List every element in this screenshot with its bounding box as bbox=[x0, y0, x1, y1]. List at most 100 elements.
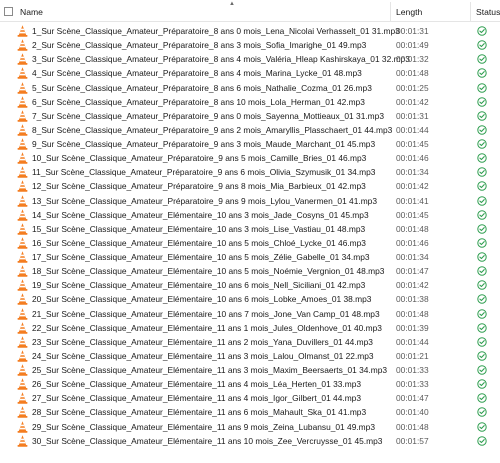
file-name: 1_Sur Scène_Classique_Amateur_Préparatoi… bbox=[32, 26, 400, 36]
file-length: 00:01:47 bbox=[396, 393, 429, 404]
file-row[interactable]: 18_Sur Scène_Classique_Amateur_Elémentai… bbox=[0, 264, 500, 278]
file-row[interactable]: 30_Sur Scène_Classique_Amateur_Elémentai… bbox=[0, 434, 500, 448]
file-row[interactable]: 26_Sur Scène_Classique_Amateur_Elémentai… bbox=[0, 377, 500, 391]
file-row[interactable]: 22_Sur Scène_Classique_Amateur_Elémentai… bbox=[0, 321, 500, 335]
file-row[interactable]: 27_Sur Scène_Classique_Amateur_Elémentai… bbox=[0, 391, 500, 405]
file-name: 22_Sur Scène_Classique_Amateur_Elémentai… bbox=[32, 322, 382, 333]
file-name: 10_Sur Scène_Classique_Amateur_Préparato… bbox=[32, 153, 367, 164]
check-circle-icon bbox=[477, 280, 487, 290]
file-name: 6_Sur Scène_Classique_Amateur_Préparatoi… bbox=[32, 96, 365, 107]
check-circle-icon bbox=[477, 407, 487, 418]
column-divider[interactable] bbox=[390, 2, 391, 22]
vlc-cone-icon bbox=[17, 307, 28, 320]
check-circle-icon bbox=[477, 68, 487, 79]
file-length: 00:01:47 bbox=[396, 266, 429, 277]
check-circle-icon bbox=[477, 96, 487, 107]
file-row[interactable]: 14_Sur Scène_Classique_Amateur_Elémentai… bbox=[0, 208, 500, 222]
file-length: 00:01:44 bbox=[396, 336, 429, 347]
vlc-cone-icon bbox=[17, 392, 28, 405]
file-row[interactable]: 23_Sur Scène_Classique_Amateur_Elémentai… bbox=[0, 335, 500, 349]
vlc-cone-icon bbox=[17, 124, 28, 136]
column-header-length[interactable]: Length bbox=[396, 0, 422, 22]
file-row[interactable]: 15_Sur Scène_Classique_Amateur_Elémentai… bbox=[0, 222, 500, 236]
vlc-cone-icon bbox=[17, 279, 28, 292]
file-row[interactable]: 4_Sur Scène_Classique_Amateur_Préparatoi… bbox=[0, 66, 500, 80]
file-name: 21_Sur Scène_Classique_Amateur_Elémentai… bbox=[32, 308, 380, 319]
file-row[interactable]: 1_Sur Scène_Classique_Amateur_Préparatoi… bbox=[0, 24, 500, 38]
file-row[interactable]: 17_Sur Scène_Classique_Amateur_Elémentai… bbox=[0, 250, 500, 264]
check-circle-icon bbox=[477, 351, 487, 361]
file-length: 00:01:44 bbox=[396, 124, 429, 135]
vlc-cone-icon bbox=[17, 350, 28, 362]
check-circle-icon bbox=[477, 393, 487, 403]
column-divider[interactable] bbox=[470, 2, 471, 22]
vlc-cone-icon bbox=[17, 420, 28, 433]
check-circle-icon bbox=[477, 139, 487, 149]
file-row[interactable]: 8_Sur Scène_Classique_Amateur_Préparatoi… bbox=[0, 123, 500, 137]
file-name: 11_Sur Scène_Classique_Amateur_Préparato… bbox=[32, 167, 376, 178]
column-header-name[interactable]: Name bbox=[20, 0, 43, 22]
file-name: 27_Sur Scène_Classique_Amateur_Elémentai… bbox=[32, 393, 361, 404]
file-row[interactable]: 3_Sur Scène_Classique_Amateur_Préparatoi… bbox=[0, 52, 500, 66]
vlc-cone-icon bbox=[17, 364, 28, 376]
file-row[interactable]: 12_Sur Scène_Classique_Amateur_Préparato… bbox=[0, 179, 500, 193]
file-row[interactable]: 19_Sur Scène_Classique_Amateur_Elémentai… bbox=[0, 278, 500, 292]
file-length: 00:01:34 bbox=[396, 167, 429, 178]
file-length: 00:01:33 bbox=[396, 379, 429, 390]
file-row[interactable]: 2_Sur Scène_Classique_Amateur_Préparatoi… bbox=[0, 38, 500, 52]
file-row[interactable]: 28_Sur Scène_Classique_Amateur_Elémentai… bbox=[0, 405, 500, 419]
file-row[interactable]: 21_Sur Scène_Classique_Amateur_Elémentai… bbox=[0, 307, 500, 321]
file-name: 24_Sur Scène_Classique_Amateur_Elémentai… bbox=[32, 350, 374, 361]
file-length: 00:01:40 bbox=[396, 407, 429, 418]
file-name: 7_Sur Scène_Classique_Amateur_Préparatoi… bbox=[32, 110, 384, 121]
vlc-cone-icon bbox=[17, 25, 28, 37]
file-row[interactable]: 10_Sur Scène_Classique_Amateur_Préparato… bbox=[0, 151, 500, 165]
vlc-cone-icon bbox=[17, 39, 28, 51]
file-name: 12_Sur Scène_Classique_Amateur_Préparato… bbox=[32, 181, 366, 192]
column-header-status[interactable]: Status bbox=[476, 0, 500, 22]
file-name: 2_Sur Scène_Classique_Amateur_Préparatoi… bbox=[32, 40, 367, 51]
file-row[interactable]: 5_Sur Scène_Classique_Amateur_Préparatoi… bbox=[0, 81, 500, 95]
file-length: 00:01:46 bbox=[396, 153, 429, 164]
check-circle-icon bbox=[477, 379, 487, 389]
check-circle-icon bbox=[477, 181, 487, 192]
check-circle-icon bbox=[477, 337, 487, 347]
check-circle-icon bbox=[477, 322, 487, 333]
file-row[interactable]: 16_Sur Scène_Classique_Amateur_Elémentai… bbox=[0, 236, 500, 250]
file-length: 00:01:48 bbox=[396, 421, 429, 432]
file-row[interactable]: 11_Sur Scène_Classique_Amateur_Préparato… bbox=[0, 165, 500, 179]
select-all-checkbox[interactable] bbox=[4, 7, 13, 16]
file-name: 18_Sur Scène_Classique_Amateur_Elémentai… bbox=[32, 266, 385, 277]
file-name: 14_Sur Scène_Classique_Amateur_Elémentai… bbox=[32, 209, 369, 220]
check-circle-icon bbox=[477, 421, 487, 432]
file-name: 4_Sur Scène_Classique_Amateur_Préparatoi… bbox=[32, 68, 362, 79]
check-circle-icon bbox=[477, 26, 487, 36]
file-row[interactable]: 9_Sur Scène_Classique_Amateur_Préparatoi… bbox=[0, 137, 500, 151]
vlc-cone-icon bbox=[17, 208, 28, 221]
check-circle-icon bbox=[477, 365, 487, 375]
check-circle-icon bbox=[477, 224, 487, 234]
file-length: 00:01:45 bbox=[396, 209, 429, 220]
file-row[interactable]: 24_Sur Scène_Classique_Amateur_Elémentai… bbox=[0, 349, 500, 363]
file-length: 00:01:42 bbox=[396, 181, 429, 192]
file-row[interactable]: 20_Sur Scène_Classique_Amateur_Elémentai… bbox=[0, 292, 500, 306]
file-row[interactable]: 13_Sur Scène_Classique_Amateur_Préparato… bbox=[0, 194, 500, 208]
file-name: 16_Sur Scène_Classique_Amateur_Elémentai… bbox=[32, 237, 366, 248]
vlc-cone-icon bbox=[17, 321, 28, 334]
file-row[interactable]: 29_Sur Scène_Classique_Amateur_Elémentai… bbox=[0, 420, 500, 434]
file-name: 20_Sur Scène_Classique_Amateur_Elémentai… bbox=[32, 294, 372, 305]
file-name: 5_Sur Scène_Classique_Amateur_Préparatoi… bbox=[32, 82, 372, 93]
file-length: 00:01:33 bbox=[396, 365, 429, 375]
vlc-cone-icon bbox=[17, 237, 28, 249]
vlc-cone-icon bbox=[17, 336, 28, 348]
file-name: 28_Sur Scène_Classique_Amateur_Elémentai… bbox=[32, 407, 367, 418]
file-row[interactable]: 7_Sur Scène_Classique_Amateur_Préparatoi… bbox=[0, 109, 500, 123]
check-circle-icon bbox=[477, 308, 487, 319]
file-name: 29_Sur Scène_Classique_Amateur_Elémentai… bbox=[32, 421, 375, 432]
vlc-cone-icon bbox=[17, 166, 28, 179]
file-row[interactable]: 25_Sur Scène_Classique_Amateur_Elémentai… bbox=[0, 363, 500, 377]
file-length: 00:01:21 bbox=[396, 350, 429, 361]
file-name: 25_Sur Scène_Classique_Amateur_Elémentai… bbox=[32, 365, 388, 375]
file-row[interactable]: 6_Sur Scène_Classique_Amateur_Préparatoi… bbox=[0, 95, 500, 109]
file-name: 3_Sur Scène_Classique_Amateur_Préparatoi… bbox=[32, 54, 410, 65]
